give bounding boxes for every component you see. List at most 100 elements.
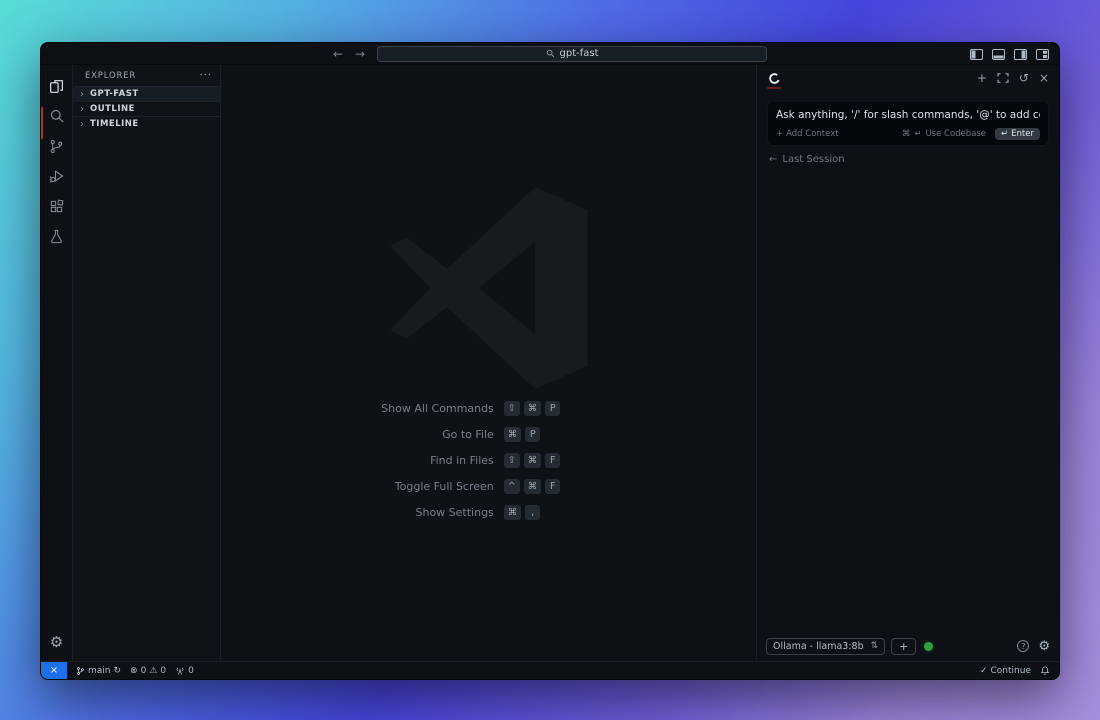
branch-indicator[interactable]: main ↻ — [76, 666, 121, 676]
notifications-bell-icon[interactable] — [1040, 665, 1050, 676]
problems-indicator[interactable]: ⊗ 0 ⚠ 0 — [130, 666, 166, 676]
chevron-right-icon: › — [80, 118, 84, 130]
keycap: ⇧ — [503, 401, 520, 416]
explorer-section-timeline[interactable]: › TIMELINE — [73, 116, 220, 131]
question-icon: ? — [1021, 641, 1026, 651]
last-session-link[interactable]: ← Last Session — [769, 154, 1047, 165]
continue-logo — [767, 72, 781, 89]
radio-tower-icon — [176, 667, 184, 675]
panel-bottom-bar: Ollama - llama3:8b ⇅ + ? ⚙ — [757, 631, 1059, 661]
model-name: Ollama - llama3:8b — [773, 640, 864, 652]
chat-input-placeholder: Ask anything, '/' for slash commands, '@… — [776, 109, 1040, 121]
error-count: 0 — [140, 665, 147, 676]
plus-icon: + — [776, 129, 784, 139]
warning-icon: ⚠ — [149, 665, 158, 676]
add-context-label: Add Context — [786, 129, 839, 139]
explorer-section-outline[interactable]: › OUTLINE — [73, 101, 220, 116]
gear-glyph: ⚙ — [49, 633, 64, 651]
fullscreen-icon[interactable] — [997, 73, 1009, 83]
status-bar: × main ↻ ⊗ 0 ⚠ 0 0 ✓ Continue — [41, 661, 1059, 679]
shortcut-label: Show Settings — [415, 506, 494, 519]
return-icon: ↵ — [1001, 129, 1009, 139]
git-branch-icon — [77, 666, 84, 675]
ports-count: 0 — [188, 665, 194, 676]
active-item-indicator — [41, 107, 43, 139]
sidebar-item-explorer[interactable] — [43, 71, 71, 101]
keycap: ⌘ — [503, 427, 522, 442]
command-center-search[interactable]: gpt-fast — [377, 45, 768, 62]
remote-indicator[interactable]: × — [41, 662, 67, 679]
sidebar-item-extensions[interactable] — [43, 191, 71, 221]
add-context-button[interactable]: + Add Context — [776, 129, 839, 139]
continue-status-label: Continue — [990, 665, 1031, 676]
keycap: P — [545, 401, 561, 416]
search-icon — [50, 109, 63, 123]
enter-key-icon: ↵ — [914, 129, 922, 139]
chevron-right-icon: › — [80, 103, 84, 115]
customize-layout-icon[interactable] — [1036, 48, 1049, 60]
toggle-left-sidebar-icon[interactable] — [970, 48, 983, 60]
add-model-button[interactable]: + — [891, 637, 917, 655]
history-icon[interactable]: ↺ — [1019, 72, 1029, 84]
sidebar-item-source-control[interactable] — [43, 131, 71, 161]
remote-icon: × — [49, 665, 59, 676]
vscode-watermark-logo — [384, 183, 594, 393]
panel-settings-button[interactable]: ⚙ — [1038, 639, 1050, 654]
stepper-icon: ⇅ — [870, 641, 879, 651]
logo-underline — [767, 86, 781, 89]
sidebar-item-run-debug[interactable] — [43, 161, 71, 191]
toggle-right-sidebar-icon[interactable] — [1014, 48, 1027, 60]
panel-header: + ↺ × — [757, 65, 1059, 91]
shortcut-label: Find in Files — [430, 454, 494, 467]
sidebar-item-testing[interactable] — [43, 221, 71, 251]
section-label: TIMELINE — [90, 119, 139, 129]
section-label: GPT-FAST — [90, 89, 139, 99]
search-value: gpt-fast — [559, 48, 599, 59]
close-panel-icon[interactable]: × — [1039, 72, 1049, 84]
beaker-icon — [51, 229, 62, 243]
toggle-bottom-panel-icon[interactable] — [992, 48, 1005, 60]
plus-icon: + — [899, 639, 909, 653]
title-bar: ← → gpt-fast — [41, 43, 1059, 65]
model-selector[interactable]: Ollama - llama3:8b ⇅ — [766, 637, 886, 655]
keycap: ⌘ — [523, 401, 542, 416]
continue-chat-panel: + ↺ × Ask anything, '/' for slash comman… — [756, 65, 1059, 661]
chat-input-box[interactable]: Ask anything, '/' for slash commands, '@… — [767, 101, 1049, 146]
shortcut-label: Go to File — [442, 428, 494, 441]
new-session-icon[interactable]: + — [977, 72, 987, 84]
keycap: ⇧ — [503, 453, 520, 468]
keycap: ⌘ — [523, 453, 542, 468]
run-debug-icon — [49, 170, 63, 183]
shortcut-label: Show All Commands — [381, 402, 494, 415]
check-icon: ✓ — [979, 665, 988, 676]
files-icon — [50, 79, 63, 93]
keycap: ⌘ — [523, 479, 542, 494]
forward-icon[interactable]: → — [355, 48, 365, 60]
enter-button[interactable]: ↵ Enter — [995, 128, 1040, 140]
ports-indicator[interactable]: 0 — [175, 666, 194, 676]
help-button[interactable]: ? — [1017, 640, 1030, 652]
keycap: ^ — [503, 479, 520, 494]
sidebar-item-search[interactable] — [43, 101, 71, 131]
warning-count: 0 — [160, 665, 167, 676]
continue-status-item[interactable]: ✓ Continue — [980, 666, 1031, 676]
explorer-more-actions-icon[interactable]: ··· — [199, 70, 212, 81]
manage-gear-icon[interactable]: ⚙ — [43, 627, 71, 657]
last-session-label: Last Session — [782, 154, 845, 165]
editor-area: Show All Commands ⇧ ⌘ P Go to File ⌘ P Find… — [221, 65, 756, 661]
section-label: OUTLINE — [90, 104, 135, 114]
sidebar-title: EXPLORER — [85, 70, 137, 81]
explorer-section-gpt-fast[interactable]: › GPT-FAST — [73, 86, 220, 101]
use-codebase-label[interactable]: Use Codebase — [925, 129, 986, 139]
vscode-window: ← → gpt-fast ⚙ EXPLORER ··· › GPT-FAST ›… — [40, 42, 1060, 680]
search-icon — [546, 49, 554, 58]
enter-label: Enter — [1011, 129, 1034, 139]
keycap: F — [545, 479, 561, 494]
back-icon[interactable]: ← — [333, 48, 343, 60]
git-branch-icon — [50, 139, 63, 153]
sync-icon: ↻ — [113, 665, 122, 676]
continue-logo-icon — [768, 72, 780, 84]
cmd-key-icon: ⌘ — [901, 129, 911, 139]
activity-bar: ⚙ — [41, 65, 73, 661]
back-arrow-icon: ← — [769, 154, 778, 165]
